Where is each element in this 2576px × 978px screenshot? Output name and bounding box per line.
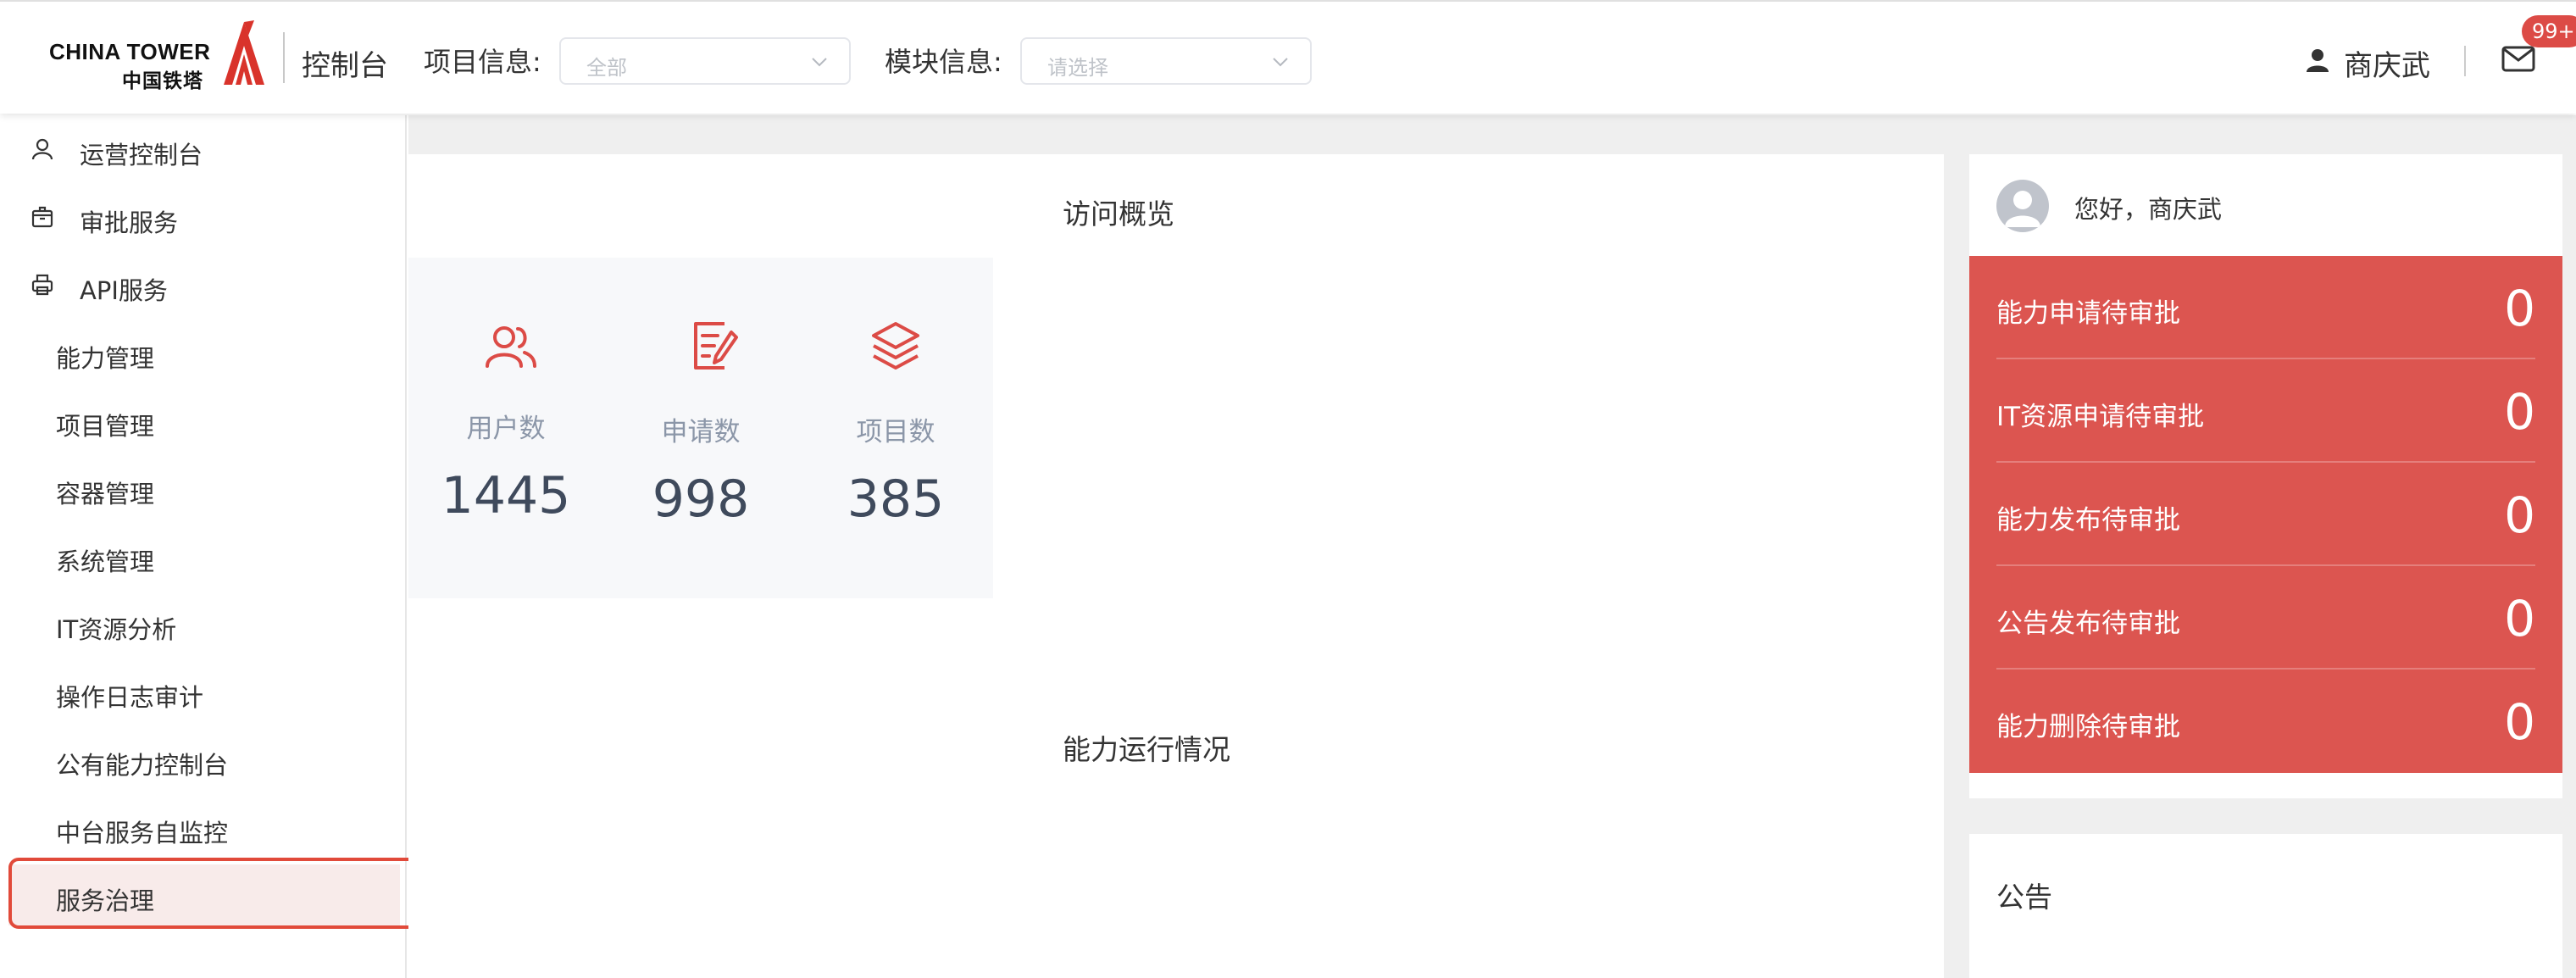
- sidebar-item-label: 项目管理: [56, 412, 155, 441]
- edit-document-icon: [694, 322, 738, 370]
- pending-row-capability-publish[interactable]: 能力发布待审批 0: [1996, 463, 2535, 566]
- sidebar-item-label: 运营控制台: [80, 141, 203, 169]
- pending-label: 能力发布待审批: [1996, 505, 2180, 536]
- chevron-down-icon: [1273, 58, 1288, 67]
- pending-label: IT资源申请待审批: [1996, 402, 2205, 432]
- sidebar-item-label: 容器管理: [56, 480, 155, 508]
- sidebar: 运营控制台 审批服务 API服务 能力管理 项目管理 容器管理 系统管理 IT资…: [0, 115, 407, 978]
- sidebar-item-project-mgmt[interactable]: 项目管理: [0, 390, 405, 451]
- sidebar-item-label: API服务: [80, 276, 168, 305]
- sidebar-item-operation-audit[interactable]: 操作日志审计: [0, 661, 405, 722]
- pending-count: 0: [2504, 383, 2535, 441]
- sidebar-item-label: 公有能力控制台: [56, 751, 229, 780]
- avatar: [1996, 180, 2049, 232]
- layers-icon: [872, 322, 919, 370]
- sidebar-item-label: 操作日志审计: [56, 683, 204, 712]
- stat-value: 1445: [441, 466, 571, 525]
- sidebar-item-label: 系统管理: [56, 547, 155, 576]
- overview-title: 访问概览: [1063, 197, 1174, 231]
- module-filter-label: 模块信息:: [885, 46, 1002, 78]
- sidebar-item-label: 审批服务: [80, 208, 179, 237]
- logo-divider: [283, 32, 285, 83]
- header-divider: [2464, 46, 2466, 76]
- sidebar-item-api[interactable]: API服务: [0, 254, 405, 315]
- pending-row-capability-apply[interactable]: 能力申请待审批 0: [1996, 256, 2535, 359]
- greeting-text: 您好，商庆武: [2074, 195, 2223, 224]
- sidebar-item-ops-console[interactable]: 运营控制台: [0, 119, 405, 180]
- box-icon: [31, 206, 53, 228]
- logo-text-en: CHINA TOWER: [49, 39, 211, 64]
- project-select[interactable]: 全部: [559, 37, 851, 85]
- sidebar-item-platform-self-monitor[interactable]: 中台服务自监控: [0, 797, 405, 858]
- sidebar-item-label: 中台服务自监控: [56, 819, 229, 847]
- stat-applications[interactable]: 申请数 998: [603, 258, 798, 598]
- top-header: CHINA TOWER 中国铁塔 控制台 项目信息: 全部 模块信息: 请选择 …: [0, 0, 2576, 114]
- logo-tower-mark: [224, 20, 264, 85]
- highlight-box: [8, 858, 452, 929]
- sidebar-item-public-capability-console[interactable]: 公有能力控制台: [0, 729, 405, 790]
- stat-label: 申请数: [661, 417, 741, 447]
- module-select-placeholder: 请选择: [1047, 56, 1108, 80]
- sidebar-item-system-mgmt[interactable]: 系统管理: [0, 525, 405, 586]
- stat-users[interactable]: 用户数 1445: [408, 258, 603, 598]
- user-icon: [2307, 49, 2329, 72]
- sidebar-item-approval[interactable]: 审批服务: [0, 186, 405, 247]
- project-select-value: 全部: [586, 56, 627, 80]
- chevron-down-icon: [812, 58, 827, 67]
- pending-count: 0: [2504, 590, 2535, 647]
- stat-value: 998: [652, 470, 750, 529]
- users-icon: [486, 326, 536, 368]
- stat-label: 项目数: [856, 417, 935, 447]
- pending-label: 能力删除待审批: [1996, 712, 2180, 742]
- stat-projects[interactable]: 项目数 385: [798, 258, 993, 598]
- capability-run-title: 能力运行情况: [1063, 733, 1230, 766]
- logo-text-cn: 中国铁塔: [122, 70, 203, 92]
- user-icon: [31, 138, 53, 160]
- sidebar-item-label: 能力管理: [56, 344, 155, 373]
- sidebar-item-container-mgmt[interactable]: 容器管理: [0, 458, 405, 519]
- console-title: 控制台: [302, 49, 388, 83]
- avatar-person-icon: [2005, 191, 2040, 227]
- main-content: 访问概览 用户数 1445 申请数 998 项目数 385 能力运行情况 您好，…: [408, 115, 2576, 978]
- mail-icon[interactable]: [2501, 44, 2535, 73]
- pending-row-it-resource-apply[interactable]: IT资源申请待审批 0: [1996, 359, 2535, 463]
- mail-badge: 99+: [2522, 15, 2576, 47]
- stat-value: 385: [847, 470, 945, 529]
- notice-card: 公告: [1969, 834, 2562, 978]
- overview-card: 访问概览 用户数 1445 申请数 998 项目数 385 能力运行情况: [408, 154, 1944, 978]
- sidebar-item-it-resource-analysis[interactable]: IT资源分析: [0, 593, 405, 654]
- notice-title: 公告: [1996, 881, 2052, 914]
- china-tower-logo[interactable]: CHINA TOWER 中国铁塔: [49, 20, 269, 92]
- module-select[interactable]: 请选择: [1020, 37, 1312, 85]
- pending-count: 0: [2504, 280, 2535, 337]
- user-name: 商庆武: [2344, 49, 2430, 83]
- pending-row-capability-delete[interactable]: 能力删除待审批 0: [1996, 670, 2535, 773]
- pending-count: 0: [2504, 486, 2535, 544]
- greeting-card: 您好，商庆武 能力申请待审批 0 IT资源申请待审批 0 能力发布待审批 0 公…: [1969, 154, 2562, 798]
- stats-panel: 用户数 1445 申请数 998 项目数 385: [408, 258, 993, 598]
- stat-label: 用户数: [466, 414, 546, 444]
- sidebar-item-capability-mgmt[interactable]: 能力管理: [0, 322, 405, 383]
- pending-row-notice-publish[interactable]: 公告发布待审批 0: [1996, 566, 2535, 670]
- printer-icon: [31, 274, 53, 296]
- sidebar-item-label: IT资源分析: [56, 615, 177, 644]
- project-filter-label: 项目信息:: [424, 46, 541, 78]
- pending-label: 能力申请待审批: [1996, 298, 2180, 329]
- pending-approvals-panel: 能力申请待审批 0 IT资源申请待审批 0 能力发布待审批 0 公告发布待审批 …: [1969, 256, 2562, 773]
- pending-count: 0: [2504, 693, 2535, 751]
- pending-label: 公告发布待审批: [1996, 608, 2180, 639]
